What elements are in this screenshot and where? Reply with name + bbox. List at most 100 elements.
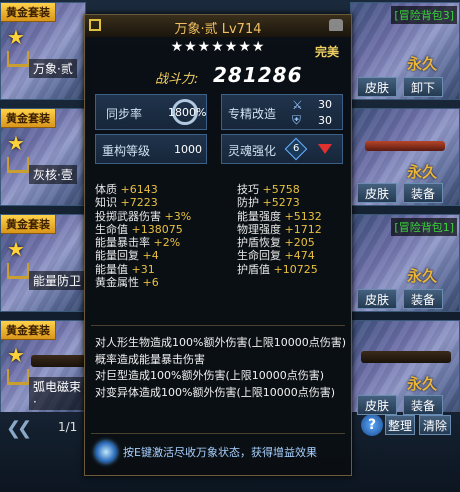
stat-cell: 能量暴击率 +2% (95, 236, 237, 249)
effect-line: 对人形生物造成100%额外伤害(上限10000点伤害) (95, 336, 347, 349)
star-icon: ★ (7, 131, 25, 155)
star-rating: ★★★★★★★ (170, 39, 266, 55)
soul-value: 6 (293, 143, 300, 154)
stat-value: +474 (284, 249, 315, 263)
item-card-2[interactable]: 黄金套装 ★ 灰核·壹 (0, 108, 86, 206)
item-card-3[interactable]: 黄金套装 ★ 能量防卫 (0, 214, 86, 312)
item-card-right-4[interactable]: 永久 皮肤 装备 (350, 320, 460, 418)
star-icon: ★ (7, 343, 25, 367)
stat-key: 生命回复 (237, 249, 281, 263)
mod-label: 专精改造 (228, 107, 277, 121)
stat-cell: 体质 +6143 (95, 183, 237, 196)
weapon-image (361, 351, 451, 363)
mod-shield-icon: ⛨ (292, 113, 302, 127)
soul-panel: 灵魂强化 6 (221, 134, 343, 164)
stat-row: 能量回复 +4 生命回复 +474 (95, 249, 345, 262)
permanent-label: 永久 (407, 267, 438, 285)
stat-value: +2% (153, 236, 181, 250)
stats-list: 体质 +6143 技巧 +5758 知识 +7223 防护 +5273 投掷武器伤害 +… (95, 183, 345, 289)
stat-value: +205 (284, 236, 315, 250)
equip-button[interactable]: 装备 (403, 395, 443, 415)
mod-value-1: 30 (318, 98, 332, 111)
mod-sword-icon: ⚔ (292, 98, 303, 112)
stat-value: +138075 (131, 222, 183, 236)
effect-line: 对变异体造成100%额外伤害(上限10000点伤害) (95, 385, 336, 399)
stat-cell: 防护 +5273 (237, 196, 300, 209)
stat-key: 能量值 (95, 262, 128, 276)
stat-row: 黄金属性 +6 (95, 276, 345, 289)
refit-panel: 重构等级 1000 (95, 134, 207, 164)
equip-button[interactable]: 装备 (403, 289, 443, 309)
item-name: 灰核·壹 (29, 165, 77, 184)
backpack-label: [冒险背包3] (391, 6, 457, 24)
stat-value: +6143 (120, 183, 158, 196)
stat-value: +6 (142, 276, 159, 290)
skin-button[interactable]: 皮肤 (357, 183, 397, 203)
refit-value: 1000 (174, 143, 202, 156)
permanent-label: 永久 (407, 55, 438, 73)
star-icon: ★ (7, 237, 25, 261)
stat-cell: 护盾恢复 +205 (237, 236, 315, 249)
item-card-4[interactable]: 黄金套装 ★ 弧电磁束· (0, 320, 86, 418)
tooltip-header: 万象·贰 Lv714 (85, 15, 351, 37)
item-card-right-2[interactable]: 永久 皮肤 装备 (350, 108, 460, 206)
separator (91, 325, 345, 326)
stat-key: 知识 (95, 196, 117, 210)
prev-page-icon[interactable]: ❮❮ (6, 418, 32, 439)
stat-row: 生命值 +138075 物理强度 +1712 (95, 223, 345, 236)
item-card-1[interactable]: 黄金套装 ★ 万象·贰 (0, 2, 86, 100)
tooltip-title: 万象·贰 Lv714 (174, 22, 262, 37)
stat-key: 黄金属性 (95, 276, 139, 290)
stat-value: +5132 (284, 209, 322, 223)
effects-list: 对人形生物造成100%额外伤害(上限10000点伤害) 概率造成能量暴击伤害 对… (95, 335, 347, 401)
stat-row: 投掷武器伤害 +3% 能量强度 +5132 (95, 210, 345, 223)
rank-icon (7, 263, 29, 279)
stat-value: +3% (164, 209, 192, 223)
help-button[interactable]: ? (361, 414, 383, 436)
star-icon: ★ (7, 25, 25, 49)
stat-value: +31 (131, 262, 155, 276)
equip-button[interactable]: 装备 (403, 183, 443, 203)
sort-button[interactable]: 整理 (385, 415, 415, 435)
power-value: 281286 (213, 63, 303, 87)
item-card-right-3[interactable]: [冒险背包1] 永久 皮肤 装备 (350, 214, 460, 312)
stat-key: 体质 (95, 183, 117, 196)
stat-cell: 知识 +7223 (95, 196, 237, 209)
skin-button[interactable]: 皮肤 (357, 289, 397, 309)
stat-key: 能量暴击率 (95, 236, 150, 250)
rank-icon (7, 51, 29, 67)
power-label: 战斗力: (155, 72, 199, 87)
stat-cell: 护盾值 +10725 (237, 263, 318, 276)
clear-button[interactable]: 清除 (419, 415, 451, 435)
effect-line: 概率造成能量暴击伤害 (95, 352, 205, 366)
stat-key: 生命值 (95, 222, 128, 236)
rank-icon (7, 369, 29, 385)
item-card-right-1[interactable]: [冒险背包3] 永久 皮肤 卸下 (350, 2, 460, 100)
stat-cell: 能量回复 +4 (95, 249, 237, 262)
backpack-label: [冒险背包1] (391, 218, 457, 236)
weapon-image (365, 141, 445, 151)
unequip-button[interactable]: 卸下 (403, 77, 443, 97)
stat-value: +4 (142, 249, 159, 263)
soul-down-icon (318, 144, 332, 154)
stat-row: 能量暴击率 +2% 护盾恢复 +205 (95, 236, 345, 249)
skin-button[interactable]: 皮肤 (357, 77, 397, 97)
stat-value: +5758 (262, 183, 300, 196)
gold-set-tag: 黄金套装 (1, 321, 56, 340)
skin-button[interactable]: 皮肤 (357, 395, 397, 415)
stat-key: 物理强度 (237, 222, 281, 236)
stat-row: 知识 +7223 防护 +5273 (95, 196, 345, 209)
refit-label: 重构等级 (102, 144, 151, 158)
stat-value: +10725 (273, 262, 318, 276)
item-name: 弧电磁束· (29, 377, 85, 410)
stat-row: 体质 +6143 技巧 +5758 (95, 183, 345, 196)
sync-value: 1800% (168, 106, 207, 119)
soul-label: 灵魂强化 (228, 144, 277, 158)
stat-cell: 投掷武器伤害 +3% (95, 210, 237, 223)
hint-text: 按E键激活尽收万象状态，获得增益效果 (123, 446, 317, 459)
stat-value: +7223 (120, 196, 158, 210)
activation-hint: 按E键激活尽收万象状态，获得增益效果 (95, 441, 345, 463)
permanent-label: 永久 (407, 375, 438, 393)
gold-set-tag: 黄金套装 (1, 215, 56, 234)
mod-value-2: 30 (318, 114, 332, 127)
